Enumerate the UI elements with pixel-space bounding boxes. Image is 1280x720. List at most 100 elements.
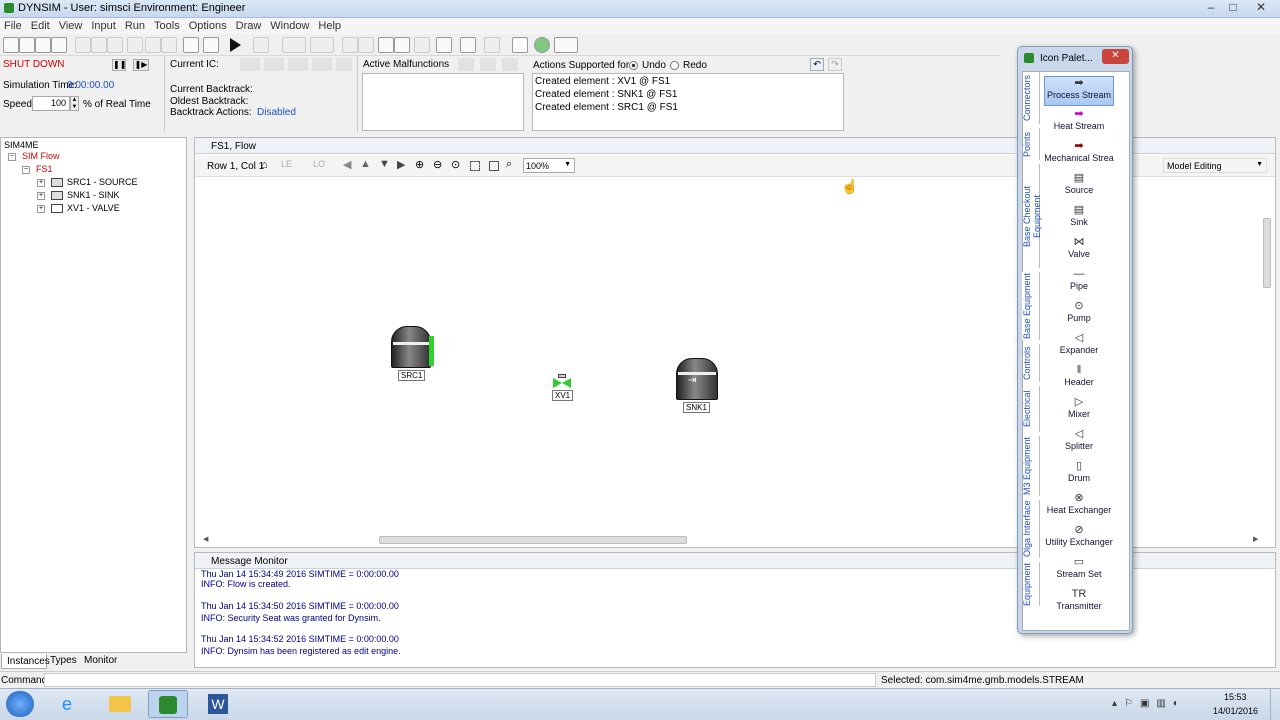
mode-select[interactable]: Model Editing ▼	[1163, 158, 1267, 173]
arrow-up-icon[interactable]: ▲	[360, 158, 371, 170]
minimize-icon[interactable]: –	[1200, 0, 1222, 16]
tree-root[interactable]: SIM4ME	[4, 140, 39, 150]
expand-icon[interactable]: +	[37, 204, 45, 213]
palette-item-heat-stream[interactable]: ➡ Heat Stream	[1044, 108, 1114, 138]
select-area-icon[interactable]	[470, 161, 480, 171]
menu-file[interactable]: File	[0, 18, 27, 32]
box-icon[interactable]	[414, 37, 430, 53]
tab-base-equipment[interactable]: Base Equipment	[1022, 272, 1040, 340]
palette-item-expander[interactable]: ◁ Expander	[1044, 332, 1114, 362]
tab-base-checkout-equipment[interactable]: Base Checkout Equipment	[1022, 164, 1042, 268]
grid-icon[interactable]	[183, 37, 199, 53]
palette-item-utility-exchanger[interactable]: ⊘ Utility Exchanger	[1044, 524, 1114, 554]
menu-edit[interactable]: Edit	[27, 18, 55, 32]
no-entry-icon[interactable]	[342, 37, 358, 53]
ie-taskbar-icon[interactable]: e	[52, 690, 92, 718]
tab-controls[interactable]: Controls	[1022, 344, 1040, 382]
frame-icon[interactable]	[489, 161, 499, 171]
lx-icon[interactable]	[310, 37, 334, 53]
target-icon[interactable]	[203, 37, 219, 53]
tab-instances[interactable]: Instances	[1, 654, 50, 669]
palette-item-pump[interactable]: ⊙ Pump	[1044, 300, 1114, 330]
menu-help[interactable]: Help	[314, 18, 346, 32]
tools-icon[interactable]	[378, 37, 394, 53]
stop-icon[interactable]	[253, 37, 269, 53]
cross-grid-icon[interactable]	[460, 37, 476, 53]
palette-item-valve[interactable]: ⋈ Valve	[1044, 236, 1114, 266]
collapse-icon[interactable]: −	[8, 152, 16, 161]
expand-icon[interactable]: +	[37, 178, 45, 187]
redo-icon[interactable]: ↷	[828, 58, 842, 71]
zoom-select[interactable]: 100% ▼	[523, 158, 575, 173]
tree-item-src1[interactable]: + SRC1 - SOURCE	[37, 177, 138, 188]
source-element-src1[interactable]: SRC1	[391, 326, 435, 384]
lo-icon[interactable]: LO	[313, 159, 325, 169]
palette-close-icon[interactable]: ✕	[1102, 49, 1129, 64]
open-icon[interactable]	[19, 37, 35, 53]
pencil-icon[interactable]	[161, 37, 177, 53]
start-button-icon[interactable]	[6, 691, 34, 717]
tab-equipment[interactable]: Equipment	[1022, 562, 1040, 606]
palette-item-stream-set[interactable]: ▭ Stream Set	[1044, 556, 1114, 586]
menu-run[interactable]: Run	[121, 18, 150, 32]
speed-stepper[interactable]: ▲ ▼	[70, 96, 79, 111]
cut-icon[interactable]	[75, 37, 91, 53]
arrow-right-icon[interactable]: ▶	[397, 158, 405, 171]
palette-item-heat-exchanger[interactable]: ⊗ Heat Exchanger	[1044, 492, 1114, 522]
le-icon[interactable]: LE	[281, 159, 292, 169]
tool-icon[interactable]	[145, 37, 161, 53]
undo-label[interactable]: Undo	[642, 60, 666, 71]
palette-item-sink[interactable]: ▤ Sink	[1044, 204, 1114, 234]
globe-icon[interactable]	[534, 37, 550, 53]
tab-points[interactable]: Points	[1022, 128, 1040, 160]
palette-item-pipe[interactable]: — Pipe	[1044, 268, 1114, 298]
close-icon[interactable]: ✕	[1250, 0, 1272, 16]
scroll-left-icon[interactable]: ◀	[203, 535, 208, 543]
run-icon[interactable]	[230, 38, 241, 52]
zoom-fit-icon[interactable]: ⊙	[451, 158, 460, 171]
menu-draw[interactable]: Draw	[232, 18, 267, 32]
home-icon[interactable]: ⌂	[261, 159, 268, 171]
expand-icon[interactable]: +	[37, 191, 45, 200]
zoom-out-icon[interactable]: ⊖	[433, 158, 442, 171]
dh-icon[interactable]	[436, 37, 452, 53]
sink-element-snk1[interactable]: ⇥ SNK1	[676, 358, 722, 414]
menu-window[interactable]: Window	[266, 18, 314, 32]
word-taskbar-icon[interactable]: W	[198, 690, 238, 718]
arrow-left-icon[interactable]: ◀	[343, 158, 351, 171]
arrow-down-icon[interactable]: ▼	[379, 158, 390, 170]
save-icon[interactable]	[35, 37, 51, 53]
tree-fs[interactable]: − FS1	[22, 164, 53, 174]
tab-m3-equipment[interactable]: M3 Equipment	[1022, 436, 1040, 496]
step-icon[interactable]: ❚▶	[133, 59, 149, 71]
tree-sim[interactable]: − SIM Flow	[8, 151, 60, 161]
menu-options[interactable]: Options	[185, 18, 232, 32]
camera-icon[interactable]	[554, 37, 578, 53]
scroll-thumb[interactable]	[1263, 218, 1271, 288]
valve-element-xv1[interactable]: XV1	[549, 374, 579, 407]
palette-item-process-stream[interactable]: ➡ Process Stream	[1044, 76, 1114, 106]
tree-item-snk1[interactable]: + SNK1 - SINK	[37, 190, 120, 201]
menu-view[interactable]: View	[55, 18, 88, 32]
check-icon[interactable]	[358, 37, 374, 53]
tab-monitor[interactable]: Monitor	[84, 655, 117, 666]
palette-item-splitter[interactable]: ◁ Splitter	[1044, 428, 1114, 458]
collapse-icon[interactable]: −	[22, 165, 30, 174]
redo-label[interactable]: Redo	[683, 60, 707, 71]
menu-tools[interactable]: Tools	[150, 18, 185, 32]
palette-item-mechanical-strea[interactable]: ➡ Mechanical Strea	[1044, 140, 1114, 170]
redo-radio[interactable]	[670, 61, 679, 70]
delete-icon[interactable]	[127, 37, 143, 53]
malfunction-buttons[interactable]	[458, 58, 520, 71]
show-desktop-button[interactable]	[1270, 689, 1280, 720]
vertical-scrollbar[interactable]	[1261, 178, 1273, 534]
malfunctions-list[interactable]	[362, 73, 524, 131]
table-icon[interactable]	[512, 37, 528, 53]
tab-connectors[interactable]: Connectors	[1022, 72, 1040, 124]
paste-icon[interactable]	[107, 37, 123, 53]
palette-item-mixer[interactable]: ▷ Mixer	[1044, 396, 1114, 426]
tab-types[interactable]: Types	[50, 655, 77, 666]
copy-icon[interactable]	[91, 37, 107, 53]
folder-taskbar-icon[interactable]	[100, 690, 140, 718]
tree-item-xv1[interactable]: + XV1 - VALVE	[37, 203, 120, 214]
